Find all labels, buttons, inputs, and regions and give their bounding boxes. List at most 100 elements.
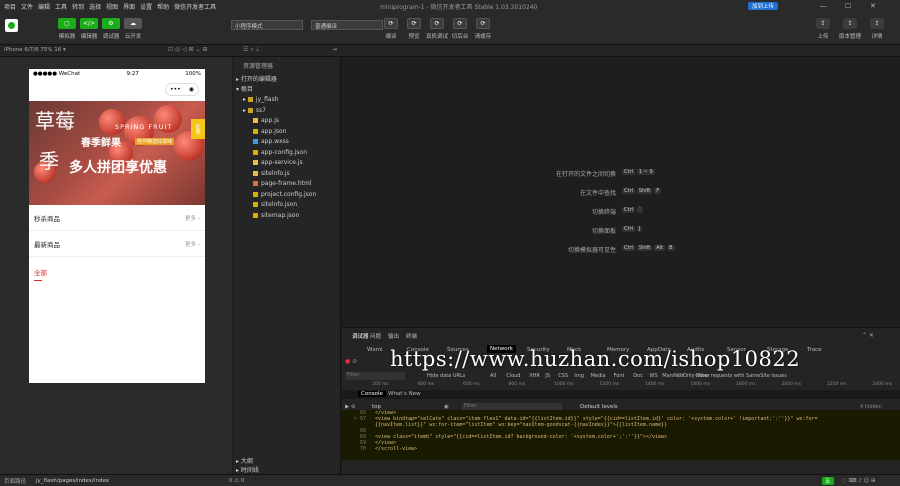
toolbar-label-3: 云开发 — [124, 34, 142, 40]
mode-select[interactable]: 小程序模式 — [231, 20, 303, 30]
section-flash[interactable]: 秒杀商品 更多 › — [29, 205, 205, 231]
filter-ws[interactable]: WS — [649, 373, 657, 379]
tray-icons[interactable]: ◌ ⌨ ♪ ☺ ⊞ — [842, 478, 876, 484]
watermark: https://www.huzhan.com/ishop10822 — [390, 347, 801, 371]
menu-item-2[interactable]: 编辑 — [38, 2, 50, 11]
file-page-frame-html[interactable]: page-frame.html — [253, 180, 312, 187]
file-jy-flash[interactable]: ▸ jy_flash — [243, 96, 279, 103]
timeline-tick: 600 ms — [463, 382, 480, 387]
menu-item-10[interactable]: 微信开发者工具 — [174, 2, 216, 11]
banner-side-tag[interactable]: 优惠 — [191, 119, 205, 139]
devtools-collapse-icon[interactable]: ⌃ ✕ — [862, 332, 874, 339]
file-ss7[interactable]: ▸ ss7 — [243, 107, 266, 114]
error-count[interactable]: 0 ⚠ 0 — [229, 478, 244, 484]
devtools-tab-0[interactable]: 调试器 — [352, 332, 369, 340]
filter-hide-data-urls[interactable]: Hide data URLs — [427, 373, 465, 379]
record-icon[interactable]: ● ⊘ — [345, 358, 357, 365]
action-btn-2[interactable]: ⟳ — [430, 18, 444, 29]
file-app-service-js[interactable]: app-service.js — [253, 159, 303, 166]
compile-select[interactable]: 普通编译 — [311, 20, 383, 30]
shortcut-keys-0: Ctrl 1 ~ 9 — [622, 169, 655, 175]
devtools-tab-2[interactable]: 输出 — [388, 332, 399, 340]
samesite-checkbox[interactable]: ☐ Only show requests with SameSite issue… — [677, 373, 787, 379]
filter-js[interactable]: JS — [545, 373, 550, 379]
devtools-tab-3[interactable]: 终端 — [406, 332, 417, 340]
toolbar-btn-2[interactable]: ⚙ — [102, 18, 120, 29]
section-new-label: 最新商品 — [34, 240, 60, 249]
right-btn-1[interactable]: ⇪ — [843, 18, 857, 29]
avatar[interactable] — [5, 19, 18, 32]
filter-media[interactable]: Media — [591, 373, 606, 379]
menu-item-3[interactable]: 工具 — [55, 2, 67, 11]
menu-item-4[interactable]: 转到 — [72, 2, 84, 11]
filter-font[interactable]: Font — [614, 373, 625, 379]
new-more-link[interactable]: 更多 › — [185, 240, 200, 248]
action-btn-3[interactable]: ⟳ — [453, 18, 467, 29]
target-icon: ◉ — [188, 86, 194, 93]
filter-all[interactable]: All — [490, 373, 496, 379]
menu-item-1[interactable]: 文件 — [21, 2, 33, 11]
console-code: 65 </view> > 67 <view bindtap="selCate" c… — [342, 410, 900, 460]
filter-doc[interactable]: Doc — [633, 373, 643, 379]
minimize-icon[interactable]: — — [820, 2, 827, 10]
console-tab-console[interactable]: Console — [358, 391, 386, 397]
file-app-js[interactable]: app.js — [253, 117, 279, 124]
file-sitelnfo-js[interactable]: sitelnfo.js — [253, 170, 290, 177]
flash-more-link[interactable]: 更多 › — [185, 214, 200, 222]
panel-tab-trace[interactable]: Trace — [807, 347, 822, 353]
tab-all[interactable]: 全部 — [29, 257, 205, 281]
menu-item-5[interactable]: 选择 — [89, 2, 101, 11]
folder-icon — [247, 107, 253, 113]
toolbar-btn-1[interactable]: </> — [80, 18, 98, 29]
file-app-config-json[interactable]: app-config.json — [253, 149, 307, 156]
action-btn-1[interactable]: ⟳ — [407, 18, 421, 29]
console-tab-what-s-new[interactable]: What's New — [388, 391, 421, 397]
file-project-config-json[interactable]: project.config.json — [253, 191, 316, 198]
timeline-section[interactable]: ▸ 时间线 — [236, 465, 259, 474]
split-icon[interactable]: ⇥ — [332, 46, 337, 53]
file-app-wxss[interactable]: app.wxss — [253, 138, 289, 145]
menu-item-0[interactable]: 项目 — [4, 2, 16, 11]
ime-tray[interactable]: 五 — [822, 476, 834, 485]
menu-item-6[interactable]: 视图 — [106, 2, 118, 11]
file-sitelnfo-json[interactable]: sitelnfo.json — [253, 201, 297, 208]
menu-item-7[interactable]: 界面 — [123, 2, 135, 11]
banner-big1: 草莓 — [35, 109, 75, 133]
filter-css[interactable]: CSS — [558, 373, 568, 379]
action-btn-4[interactable]: ⟳ — [476, 18, 490, 29]
file-app-json[interactable]: app.json — [253, 128, 286, 135]
toolbar-btn-0[interactable]: ▢ — [58, 18, 76, 29]
right-btn-2[interactable]: ⇪ — [870, 18, 884, 29]
toolbar-btn-3[interactable]: ☁ — [124, 18, 142, 29]
menu-item-9[interactable]: 帮助 — [157, 2, 169, 11]
upload-badge[interactable]: 加到上传 — [748, 2, 779, 10]
right-btn-0[interactable]: ⇪ — [816, 18, 830, 29]
editor-area: 在打开的文件之间切换 Ctrl 1 ~ 9 在文件中查找 Ctrl Shift F 切换终端 C… — [342, 57, 900, 327]
device-select[interactable]: iPhone 6/7/8 75% 16 ▾ — [4, 47, 66, 53]
filter-cloud[interactable]: Cloud — [506, 373, 520, 379]
shortcut-keys-3: Ctrl J — [622, 226, 643, 232]
outline-section[interactable]: ▸ 大纲 — [236, 456, 253, 465]
close-icon[interactable]: ✕ — [870, 2, 876, 10]
filter-img[interactable]: Img — [574, 373, 584, 379]
open-editors-section[interactable]: ▸ 打开的编辑器 — [236, 74, 277, 83]
folder-icon — [247, 97, 253, 102]
filter-xhr[interactable]: XHR — [529, 373, 540, 379]
filter-input[interactable]: Filter — [345, 372, 405, 380]
action-btn-0[interactable]: ⟳ — [384, 18, 398, 29]
section-new[interactable]: 最新商品 更多 › — [29, 231, 205, 257]
menu-item-8[interactable]: 设置 — [140, 2, 152, 11]
page-path[interactable]: jy_flash/pages/index/index — [36, 478, 109, 484]
devtools-tab-1[interactable]: 问题 — [370, 332, 381, 340]
explorer-tools-icon[interactable]: ☰ ⌕ ⟂ — [243, 46, 259, 54]
file-sitemap-json[interactable]: sitemap.json — [253, 212, 299, 219]
root-section[interactable]: ▾ 根目 — [236, 84, 253, 93]
timeline-tick: 400 ms — [417, 382, 435, 387]
maximize-icon[interactable]: ☐ — [845, 2, 851, 10]
sim-tools-icon[interactable]: ⊡ ◎ ◁ ⊠ ⌄ ⊞ — [168, 46, 208, 53]
capsule-button[interactable]: ••• ◉ — [165, 83, 199, 96]
battery: 100% — [185, 71, 201, 77]
panel-tab-wxml[interactable]: Wxml — [367, 347, 383, 353]
banner[interactable]: 草莓 季 SPRING FRUIT 春季鲜果 佳作精选好滋味 多人拼团享优惠 优… — [29, 101, 205, 205]
js-icon — [253, 118, 258, 123]
